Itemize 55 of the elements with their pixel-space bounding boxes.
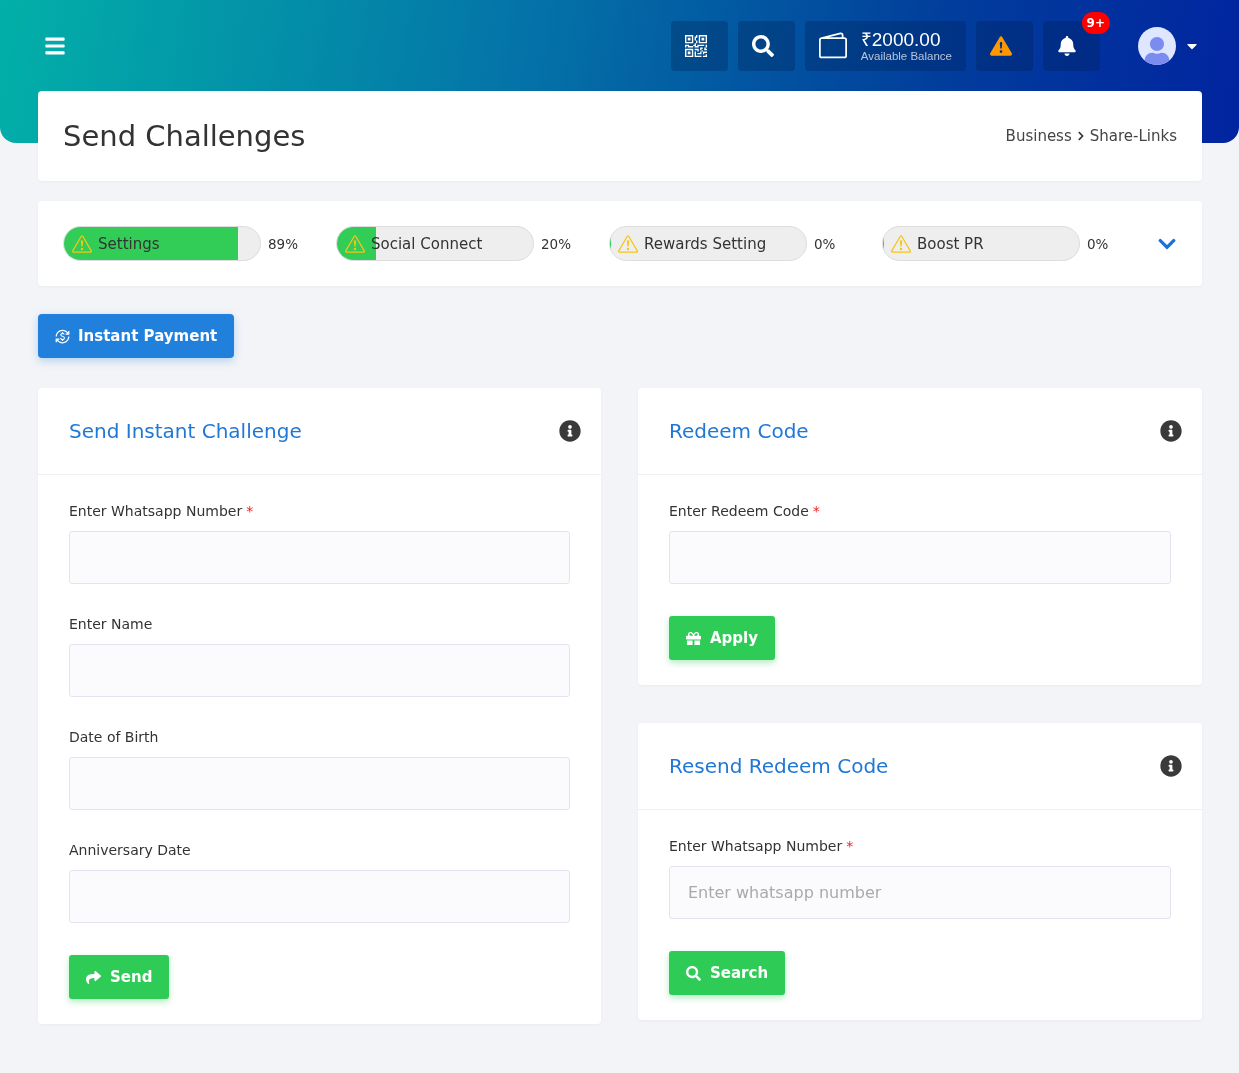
- warning-icon: [345, 233, 365, 254]
- gift-icon: [686, 630, 701, 646]
- balance-label: Available Balance: [860, 49, 952, 62]
- required-asterisk: *: [246, 503, 254, 519]
- field-label-text: Enter Whatsapp Number: [669, 838, 843, 854]
- warning-icon: [990, 34, 1012, 57]
- step-label: Rewards Setting: [644, 234, 767, 253]
- warning-button[interactable]: [976, 20, 1033, 71]
- input-field[interactable]: Enter whatsapp number: [669, 866, 1171, 919]
- field-label-text: Anniversary Date: [69, 842, 191, 858]
- qr-code-button[interactable]: [670, 20, 728, 71]
- required-asterisk: *: [846, 838, 854, 854]
- field-label-text: Date of Birth: [69, 729, 159, 745]
- share-icon: [86, 969, 101, 985]
- field-label-text: Enter Whatsapp Number: [69, 503, 243, 519]
- warning-icon: [891, 233, 911, 254]
- balance-amount: ₹2000.00: [860, 29, 942, 50]
- input-field[interactable]: [669, 531, 1171, 584]
- search-icon: [686, 965, 701, 981]
- step-label: Settings: [98, 234, 160, 253]
- bell-icon: [1057, 35, 1077, 56]
- input-field[interactable]: [69, 531, 570, 584]
- input-field[interactable]: [69, 644, 570, 697]
- qr-code-icon: [684, 34, 707, 57]
- card-title: Resend Redeem Code: [669, 754, 889, 778]
- progress-reading: 89%: [268, 235, 298, 252]
- progress-reading: 0%: [1087, 235, 1109, 252]
- chevron-icon: [1075, 131, 1086, 141]
- progress-reading: 20%: [541, 235, 571, 252]
- info-icon[interactable]: [1160, 755, 1182, 777]
- required-asterisk: *: [812, 503, 820, 519]
- warning-icon: [618, 233, 638, 254]
- card-title: Send Instant Challenge: [69, 419, 302, 443]
- instant-payment-button[interactable]: Instant Payment: [38, 314, 235, 358]
- search-icon: [751, 34, 774, 57]
- card-title: Redeem Code: [669, 419, 809, 443]
- search-button[interactable]: [737, 20, 795, 71]
- field-label-text: Enter Name: [69, 616, 153, 632]
- warning-icon: [72, 233, 92, 254]
- wallet-icon: [818, 31, 847, 60]
- action-button[interactable]: Search: [669, 951, 786, 995]
- exchange-icon: [55, 328, 70, 344]
- field-label-text: Enter Redeem Code: [669, 503, 809, 519]
- step-label: Boost PR: [917, 234, 984, 253]
- progress-reading: 0%: [814, 235, 836, 252]
- action-button[interactable]: Send: [69, 955, 170, 999]
- info-icon[interactable]: [559, 420, 581, 442]
- input-field[interactable]: [69, 757, 570, 810]
- breadcrumb-link[interactable]: Business: [1005, 127, 1072, 145]
- wallet-balance-button[interactable]: ₹2000.00 Available Balance: [804, 20, 966, 71]
- input-field[interactable]: [69, 870, 570, 923]
- breadcrumb-link[interactable]: Share-Links: [1089, 127, 1177, 145]
- info-icon[interactable]: [1160, 420, 1182, 442]
- page-title: Send Challenges: [63, 119, 306, 153]
- action-button[interactable]: Apply: [669, 616, 775, 660]
